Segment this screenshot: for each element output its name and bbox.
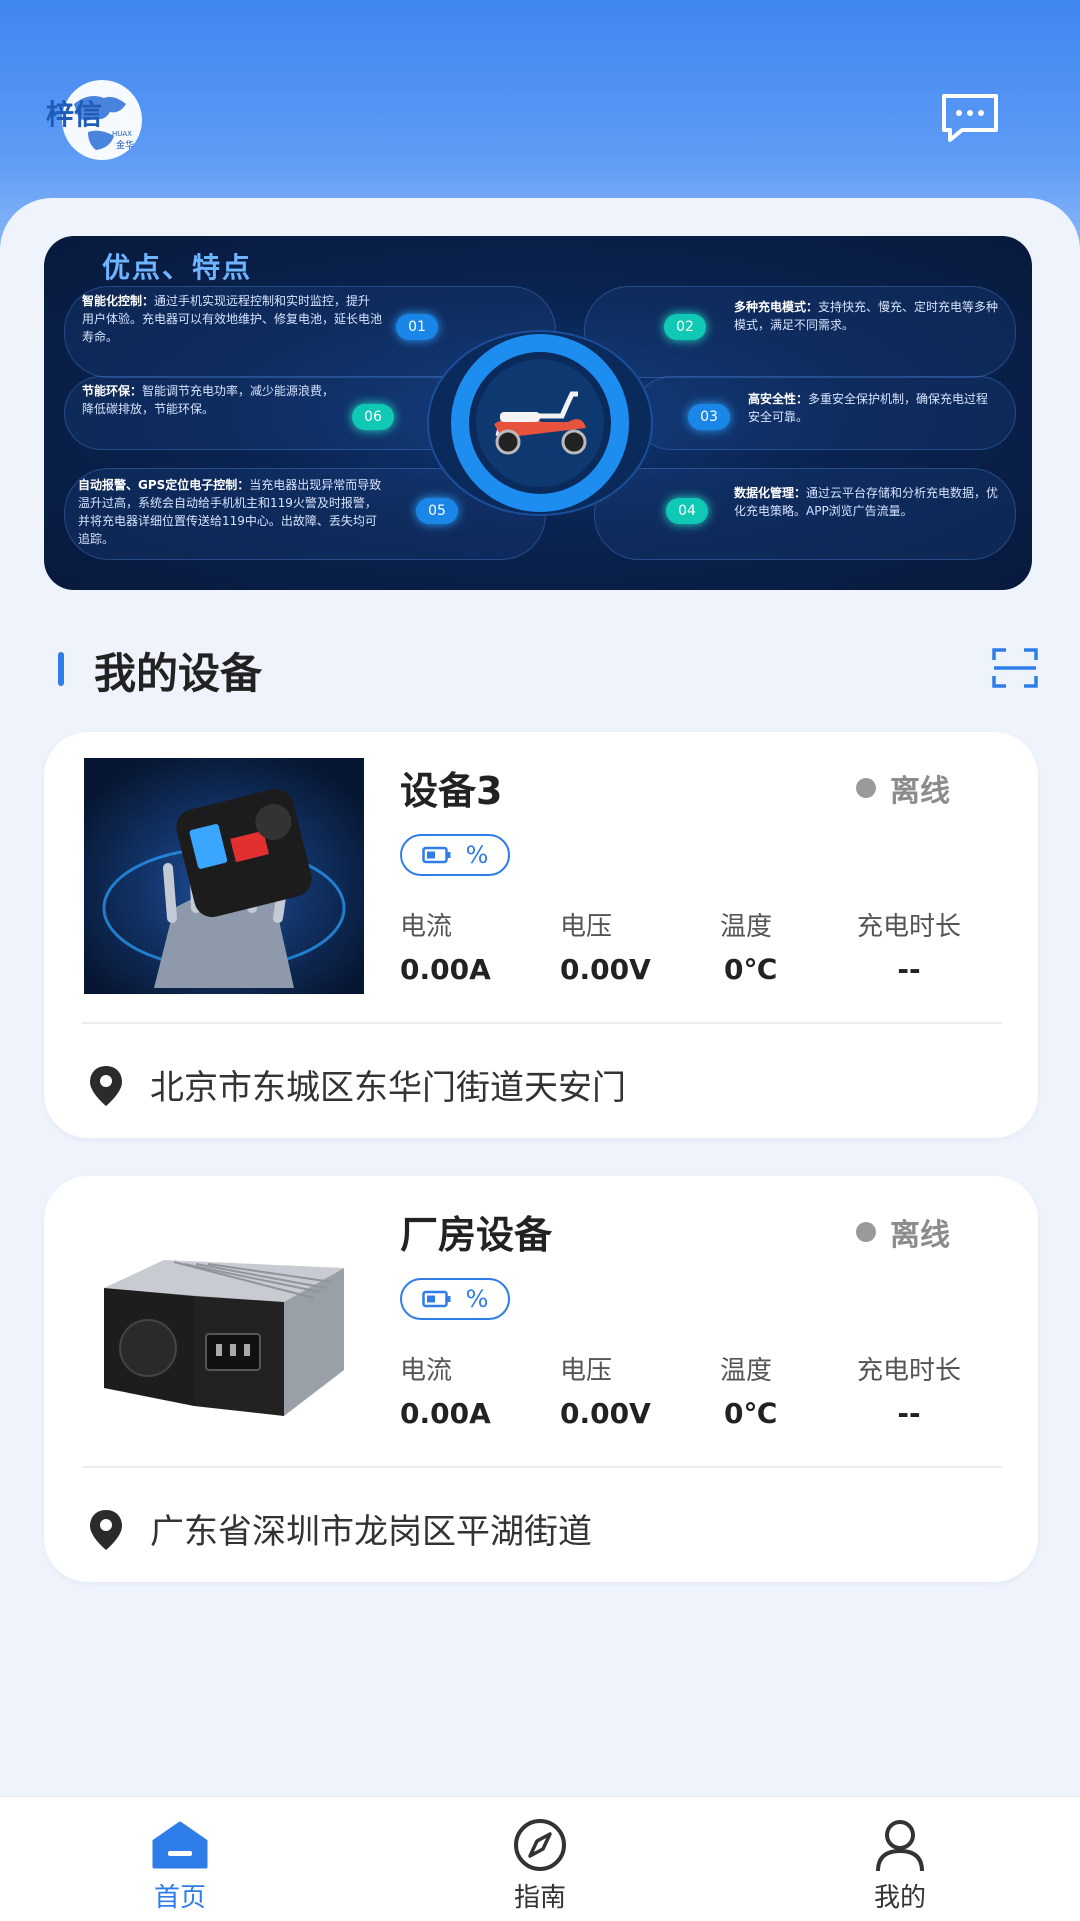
battery-pill: % xyxy=(400,834,510,876)
nav-label: 我的 xyxy=(873,1883,926,1913)
metric-value: 0℃ xyxy=(724,1397,778,1430)
compass-icon xyxy=(514,1819,566,1871)
location-pin-icon xyxy=(86,1064,126,1108)
card-divider xyxy=(82,1466,1002,1468)
metric-value: 0℃ xyxy=(724,953,778,986)
metric-label: 温度 xyxy=(720,1356,773,1386)
metric-charge-duration: 充电时长 -- xyxy=(844,1350,974,1430)
feature-number-badge: 02 xyxy=(664,314,706,340)
feature-02: 多种充电模式：支持快充、慢充、定时充电等多种模式，满足不同需求。 xyxy=(734,298,1004,334)
device-location: 广东省深圳市龙岗区平湖街道 xyxy=(150,1512,592,1552)
metric-temperature: 温度 0℃ xyxy=(720,906,812,986)
feature-06: 节能环保：智能调节充电功率，减少能源浪费，降低碳排放，节能环保。 xyxy=(82,382,342,418)
feature-05: 自动报警、GPS定位电子控制：当充电器出现异常而导致温升过高，系统会自动给手机机… xyxy=(78,476,388,548)
device-location: 北京市东城区东华门街道天安门 xyxy=(150,1068,626,1108)
features-banner[interactable]: 优点、特点 智能化控制：通过手机实现远程控制和实时监控，提升用户体验。充电器可以… xyxy=(44,236,1032,590)
device-image xyxy=(84,758,364,994)
metric-label: 充电时长 xyxy=(856,1356,961,1386)
card-divider xyxy=(82,1022,1002,1024)
device-card[interactable]: 设备3 离线 % 电流 0.00A 电压 0.00V 温度 0℃ 充电时长 --… xyxy=(44,732,1038,1138)
svg-text:梓信: 梓信 xyxy=(46,98,102,131)
metric-value: 0.00A xyxy=(400,953,491,986)
feature-number-badge: 06 xyxy=(352,404,394,430)
metric-current: 电流 0.00A xyxy=(400,906,492,986)
section-accent-bar xyxy=(58,652,64,686)
metric-label: 电压 xyxy=(560,912,613,942)
message-button[interactable] xyxy=(940,92,1000,144)
metric-value: -- xyxy=(897,1397,921,1430)
feature-03: 高安全性：多重安全保护机制，确保充电过程安全可靠。 xyxy=(748,390,998,426)
brand-logo: 梓信 HUAX 金华 xyxy=(44,74,148,164)
battery-percent: % xyxy=(465,1285,489,1313)
location-pin-icon xyxy=(86,1508,126,1552)
status-badge: 离线 xyxy=(856,1210,950,1254)
metric-label: 充电时长 xyxy=(856,912,961,942)
feature-04: 数据化管理：通过云平台存储和分析充电数据，优化充电策略。APP浏览广告流量。 xyxy=(734,484,1004,520)
banner-title: 优点、特点 xyxy=(102,251,253,284)
nav-label: 首页 xyxy=(153,1883,206,1913)
feature-01: 智能化控制：通过手机实现远程控制和实时监控，提升用户体验。充电器可以有效地维护、… xyxy=(82,292,382,346)
battery-percent: % xyxy=(465,841,489,869)
feature-number-badge: 03 xyxy=(688,404,730,430)
metric-label: 电压 xyxy=(560,1356,613,1386)
device-name: 厂房设备 xyxy=(400,1213,553,1257)
device-name: 设备3 xyxy=(400,769,503,813)
feature-number-badge: 05 xyxy=(416,498,458,524)
message-icon xyxy=(942,94,998,142)
svg-text:HUAX: HUAX xyxy=(112,130,132,138)
nav-label: 指南 xyxy=(513,1883,566,1913)
battery-icon xyxy=(421,1290,451,1308)
status-dot xyxy=(856,1222,876,1242)
metric-label: 温度 xyxy=(720,912,773,942)
battery-pill: % xyxy=(400,1278,510,1320)
metric-voltage: 电压 0.00V xyxy=(560,906,652,986)
metric-current: 电流 0.00A xyxy=(400,1350,492,1430)
metric-charge-duration: 充电时长 -- xyxy=(844,906,974,986)
metric-value: 0.00V xyxy=(560,953,651,986)
feature-name: 数据化管理： xyxy=(734,486,807,500)
status-dot xyxy=(856,778,876,798)
status-badge: 离线 xyxy=(856,766,950,810)
nav-item-profile[interactable]: 我的 xyxy=(800,1797,1000,1921)
feature-number-badge: 04 xyxy=(666,498,708,524)
user-icon xyxy=(876,1820,924,1872)
section-title: 我的设备 xyxy=(94,649,263,698)
feature-name: 多种充电模式： xyxy=(734,300,819,314)
scan-icon xyxy=(992,648,1038,688)
metric-value: -- xyxy=(897,953,921,986)
battery-icon xyxy=(421,846,451,864)
device-image xyxy=(84,1202,364,1438)
feature-name: 高安全性： xyxy=(748,392,809,406)
nav-item-home[interactable]: 首页 xyxy=(80,1797,280,1921)
bottom-nav: 首页 指南 我的 xyxy=(0,1796,1080,1921)
device-card[interactable]: 厂房设备 离线 % 电流 0.00A 电压 0.00V 温度 0℃ 充电时长 -… xyxy=(44,1176,1038,1582)
nav-item-guide[interactable]: 指南 xyxy=(440,1797,640,1921)
status-text: 离线 xyxy=(890,774,950,809)
feature-number-badge: 01 xyxy=(396,314,438,340)
feature-name: 节能环保： xyxy=(82,384,143,398)
metric-label: 电流 xyxy=(400,1356,453,1386)
home-icon xyxy=(152,1821,208,1869)
metric-value: 0.00A xyxy=(400,1397,491,1430)
status-text: 离线 xyxy=(890,1218,950,1253)
metric-label: 电流 xyxy=(400,912,453,942)
feature-name: 自动报警、GPS定位电子控制： xyxy=(78,478,250,492)
metric-voltage: 电压 0.00V xyxy=(560,1350,652,1430)
metric-temperature: 温度 0℃ xyxy=(720,1350,812,1430)
scooter-ring-graphic xyxy=(422,328,658,518)
feature-name: 智能化控制： xyxy=(82,294,155,308)
scan-button[interactable] xyxy=(992,648,1038,688)
metric-value: 0.00V xyxy=(560,1397,651,1430)
svg-text:金华: 金华 xyxy=(116,139,134,151)
